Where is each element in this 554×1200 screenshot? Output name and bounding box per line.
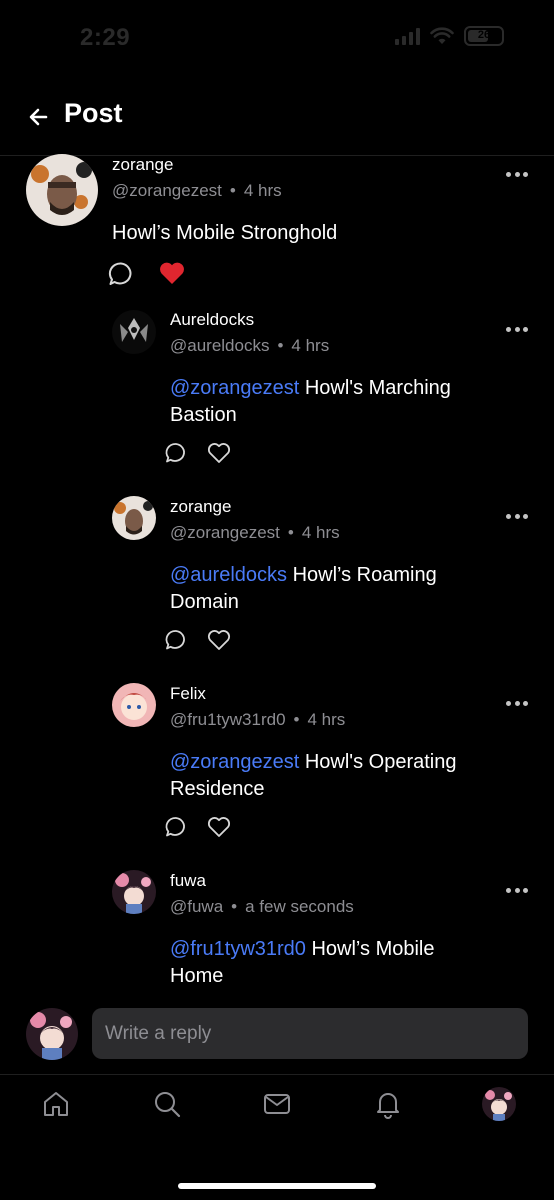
profile-avatar[interactable] [482, 1087, 516, 1121]
reply-text: @fru1tyw31rd0 Howl’s Mobile Home [170, 938, 435, 987]
reply-time: a few seconds [245, 897, 354, 916]
more-options-button[interactable] [506, 327, 528, 335]
status-time: 2:29 [80, 24, 131, 51]
reply-composer [0, 1006, 554, 1068]
reply-meta: @fuwa • a few seconds [170, 897, 354, 916]
reply-input[interactable] [92, 1008, 528, 1059]
search-icon[interactable] [152, 1089, 182, 1119]
status-icons: 26 [395, 26, 504, 46]
reply-text: @zorangezest Howl's Marching Bastion [170, 377, 451, 426]
avatar[interactable] [112, 310, 156, 354]
page-title: Post [64, 98, 123, 128]
reply-handle[interactable]: @zorangezest [170, 523, 280, 542]
tab-bar [0, 1074, 554, 1200]
reply-text: @aureldocks Howl’s Roaming Domain [170, 564, 437, 613]
header: Post [0, 90, 554, 156]
home-icon[interactable] [41, 1089, 71, 1119]
like-filled-icon[interactable] [158, 260, 186, 286]
mention-link[interactable]: @zorangezest [170, 751, 299, 773]
reply-time: 4 hrs [301, 523, 340, 542]
avatar[interactable] [26, 154, 98, 226]
battery-icon: 26 [464, 26, 504, 46]
battery-level: 26 [477, 29, 491, 41]
like-icon[interactable] [207, 442, 231, 464]
reply-author-name[interactable]: zorange [170, 497, 231, 517]
author-handle[interactable]: @zorangezest [112, 181, 222, 200]
bell-icon[interactable] [373, 1089, 403, 1119]
status-bar: 2:29 26 [0, 0, 554, 76]
more-options-button[interactable] [506, 888, 528, 896]
reply-time: 4 hrs [307, 710, 346, 729]
reply-handle[interactable]: @aureldocks [170, 336, 269, 355]
post-time: 4 hrs [243, 181, 282, 200]
mention-link[interactable]: @aureldocks [170, 564, 287, 586]
reply-meta: @zorangezest • 4 hrs [170, 523, 340, 542]
reply-author-name[interactable]: Felix [170, 684, 206, 704]
post-text: Howl’s Mobile Stronghold [112, 222, 338, 244]
signal-icon [395, 27, 420, 45]
wifi-icon [430, 27, 454, 44]
author-meta: @zorangezest • 4 hrs [112, 181, 282, 200]
like-icon[interactable] [207, 629, 231, 651]
reply-author-name[interactable]: Aureldocks [170, 310, 254, 330]
avatar[interactable] [112, 870, 156, 914]
comment-icon[interactable] [108, 261, 134, 287]
more-options-button[interactable] [506, 172, 528, 180]
comment-icon[interactable] [165, 816, 187, 838]
mail-icon[interactable] [262, 1089, 292, 1119]
more-options-button[interactable] [506, 514, 528, 522]
comment-icon[interactable] [165, 442, 187, 464]
reply-text: @zorangezest Howl's Operating Residence [170, 751, 457, 800]
reply-meta: @fru1tyw31rd0 • 4 hrs [170, 710, 346, 729]
more-options-button[interactable] [506, 701, 528, 709]
current-user-avatar[interactable] [26, 1008, 78, 1060]
reply-handle[interactable]: @fuwa [170, 897, 223, 916]
home-indicator [178, 1183, 376, 1189]
mention-link[interactable]: @fru1tyw31rd0 [170, 938, 306, 960]
avatar[interactable] [112, 683, 156, 727]
like-icon[interactable] [207, 816, 231, 838]
comment-icon[interactable] [165, 629, 187, 651]
reply-meta: @aureldocks • 4 hrs [170, 336, 330, 355]
back-arrow-icon[interactable] [24, 102, 54, 132]
avatar[interactable] [112, 496, 156, 540]
reply-time: 4 hrs [291, 336, 330, 355]
mention-link[interactable]: @zorangezest [170, 377, 299, 399]
author-name[interactable]: zorange [112, 155, 173, 175]
reply-author-name[interactable]: fuwa [170, 871, 206, 891]
reply-handle[interactable]: @fru1tyw31rd0 [170, 710, 286, 729]
